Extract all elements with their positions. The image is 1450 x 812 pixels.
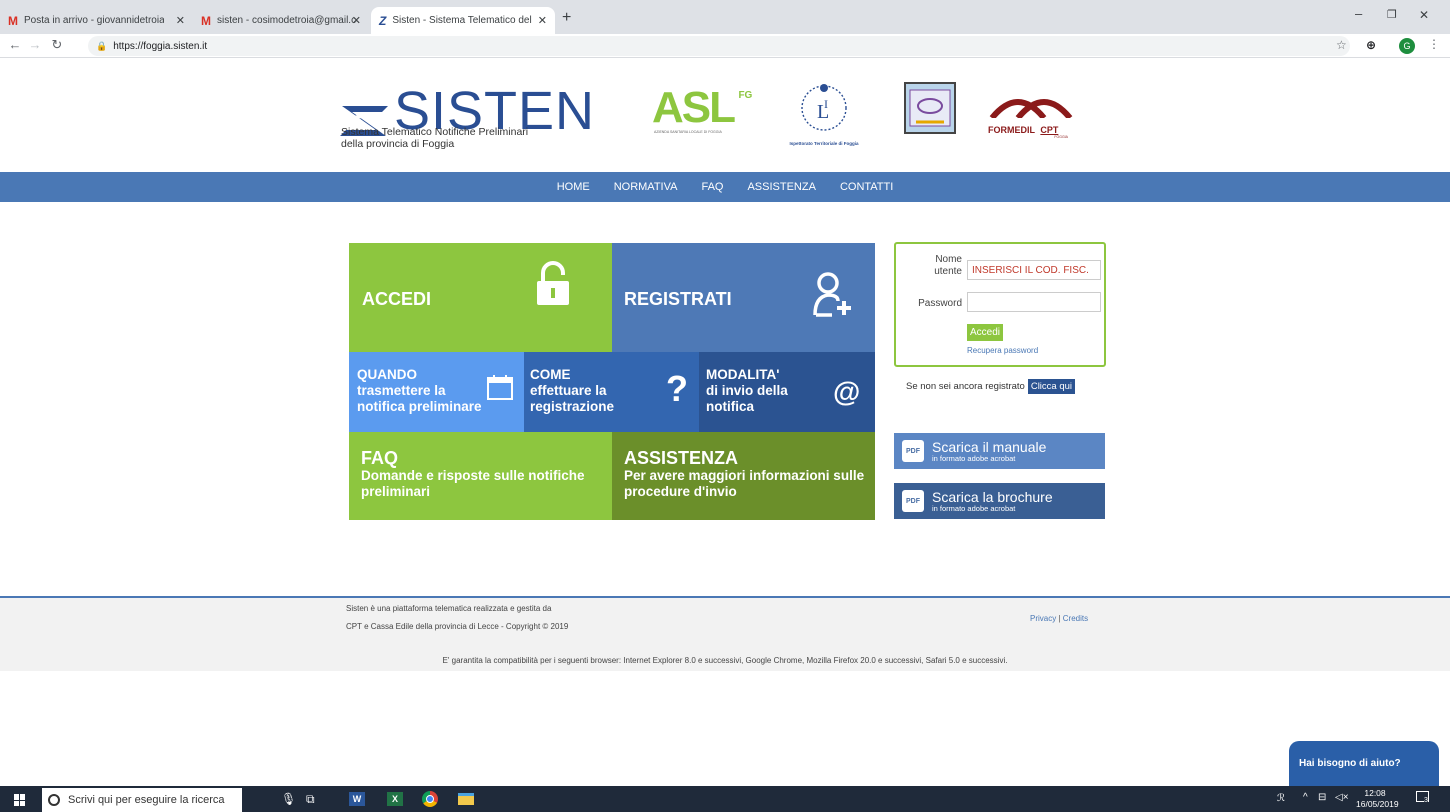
menu-icon[interactable]: ⋮ xyxy=(1428,37,1440,51)
tab-gmail-search[interactable]: M sisten - cosimodetroia@gmail.com ✕ xyxy=(193,7,369,34)
gmail-icon: M xyxy=(201,13,211,28)
calendar-icon xyxy=(487,375,513,400)
tile-accedi[interactable]: ACCEDI xyxy=(349,243,612,352)
restore-icon[interactable]: ❐ xyxy=(1387,8,1397,21)
padlock-icon xyxy=(537,261,569,305)
header-subtitle-province: della provincia di Foggia xyxy=(341,138,455,150)
recover-password-link[interactable]: Recupera password xyxy=(967,346,1038,355)
nav-home[interactable]: HOME xyxy=(557,181,590,193)
lock-icon: 🔒 xyxy=(96,40,108,51)
new-tab-button[interactable]: + xyxy=(562,9,571,27)
close-tab-icon[interactable]: ✕ xyxy=(538,14,547,27)
nav-faq[interactable]: FAQ xyxy=(701,181,723,193)
cortana-icon xyxy=(48,794,60,806)
download-brochure-button[interactable]: PDF Scarica la brochure in formato adobe… xyxy=(894,483,1105,519)
tile-come[interactable]: COME effettuare la registrazione ? xyxy=(524,352,699,432)
word-icon[interactable]: W xyxy=(349,792,365,806)
login-form: Nome utente Password Accedi Recupera pas… xyxy=(894,242,1106,367)
taskbar-search[interactable]: Scrivi qui per eseguire la ricerca xyxy=(42,788,242,812)
click-here-button[interactable]: Clicca qui xyxy=(1027,379,1076,394)
reload-icon[interactable]: ↻ xyxy=(48,37,66,53)
tile-quando[interactable]: QUANDO trasmettere la notifica prelimina… xyxy=(349,352,524,432)
back-arrow-icon[interactable]: ← xyxy=(6,37,24,52)
microphone-icon[interactable]: 🎙 xyxy=(281,792,296,806)
download-manual-button[interactable]: PDF Scarica il manuale in formato adobe … xyxy=(894,433,1105,469)
main-nav: HOME NORMATIVA FAQ ASSISTENZA CONTATTI xyxy=(0,172,1450,202)
windows-start-icon[interactable] xyxy=(14,794,26,806)
credits-link[interactable]: Credits xyxy=(1063,614,1088,623)
password-input[interactable] xyxy=(967,292,1101,312)
nav-contatti[interactable]: CONTATTI xyxy=(840,181,893,193)
action-center-icon[interactable]: 3 xyxy=(1416,791,1432,807)
privacy-link[interactable]: Privacy xyxy=(1030,614,1056,623)
profile-avatar[interactable]: G xyxy=(1399,38,1415,54)
nav-assistenza[interactable]: ASSISTENZA xyxy=(747,181,815,193)
network-icon[interactable]: ⊟ xyxy=(1318,792,1326,803)
clock[interactable]: 12:08 16/05/2019 xyxy=(1356,788,1399,810)
zoom-icon[interactable]: ⊕ xyxy=(1366,38,1376,52)
bookmark-star-icon[interactable]: ☆ xyxy=(1336,38,1347,52)
cassa-edile-icon xyxy=(909,89,951,127)
url-field[interactable]: 🔒 https://foggia.sisten.it xyxy=(88,36,1350,56)
tile-modalita[interactable]: MODALITA' di invio della notifica @ xyxy=(699,352,875,432)
pdf-icon: PDF xyxy=(902,440,924,462)
address-bar: ← → ↻ 🔒 https://foggia.sisten.it ☆ ⊕ G ⋮ xyxy=(0,34,1450,58)
tab-sisten[interactable]: Z Sisten - Sistema Telematico delle ✕ xyxy=(371,7,555,34)
password-label: Password xyxy=(918,298,962,309)
help-chat-widget[interactable]: Hai bisogno di aiuto? xyxy=(1289,741,1439,786)
tile-registrati[interactable]: REGISTRATI xyxy=(612,243,875,352)
close-tab-icon[interactable]: ✕ xyxy=(176,14,185,27)
itl-seal-icon: L I xyxy=(801,84,847,131)
username-input[interactable] xyxy=(967,260,1101,280)
nav-normativa[interactable]: NORMATIVA xyxy=(614,181,678,193)
window-close-icon[interactable]: ✕ xyxy=(1419,8,1429,22)
browser-compat-note: E' garantita la compatibilità per i segu… xyxy=(442,656,1008,665)
tile-assistenza[interactable]: ASSISTENZA Per avere maggiori informazio… xyxy=(612,432,875,520)
minimize-icon[interactable]: – xyxy=(1355,6,1362,21)
question-mark-icon: ? xyxy=(666,368,688,409)
login-button[interactable]: Accedi xyxy=(967,324,1004,341)
sisten-icon: Z xyxy=(379,13,387,28)
svg-text:I: I xyxy=(824,97,828,111)
people-icon[interactable]: ℛ xyxy=(1277,793,1285,804)
add-user-icon xyxy=(813,272,851,317)
close-tab-icon[interactable]: ✕ xyxy=(352,14,361,27)
cassa-edile-logo xyxy=(904,82,956,134)
file-explorer-icon[interactable] xyxy=(458,793,474,805)
tab-gmail-inbox[interactable]: M Posta in arrivo - giovannidetroia@ ✕ xyxy=(0,7,193,34)
tile-faq[interactable]: FAQ Domande e risposte sulle notifiche p… xyxy=(349,432,612,520)
tray-expand-icon[interactable]: ^ xyxy=(1303,792,1308,803)
excel-icon[interactable]: X xyxy=(387,792,403,806)
register-prompt: Se non sei ancora registrato Clicca qui xyxy=(906,379,1076,394)
asl-logo: ASL FG AZIENDA SANITARIA LOCALE DI FOGGI… xyxy=(652,83,753,135)
formedil-arches-icon xyxy=(989,99,1073,120)
task-view-icon[interactable]: ⧉ xyxy=(306,792,315,807)
chrome-icon[interactable] xyxy=(422,791,438,807)
footer: Sisten è una piattaforma telematica real… xyxy=(0,596,1450,671)
username-label: Nome xyxy=(935,254,962,265)
at-sign-icon: @ xyxy=(833,376,861,407)
forward-arrow-icon[interactable]: → xyxy=(26,37,44,52)
header-subtitle: Sistema Telematico Notifiche Preliminari xyxy=(341,126,529,138)
browser-tab-bar: M Posta in arrivo - giovannidetroia@ ✕ M… xyxy=(0,0,1450,34)
gmail-icon: M xyxy=(8,13,18,28)
volume-icon[interactable]: ◁× xyxy=(1335,792,1349,803)
formedil-logo: FORMEDIL CPT FOGGIA xyxy=(988,92,1074,139)
itl-logo: L I Ispettorato Territoriale di Foggia xyxy=(776,80,872,146)
pdf-icon: PDF xyxy=(902,490,924,512)
